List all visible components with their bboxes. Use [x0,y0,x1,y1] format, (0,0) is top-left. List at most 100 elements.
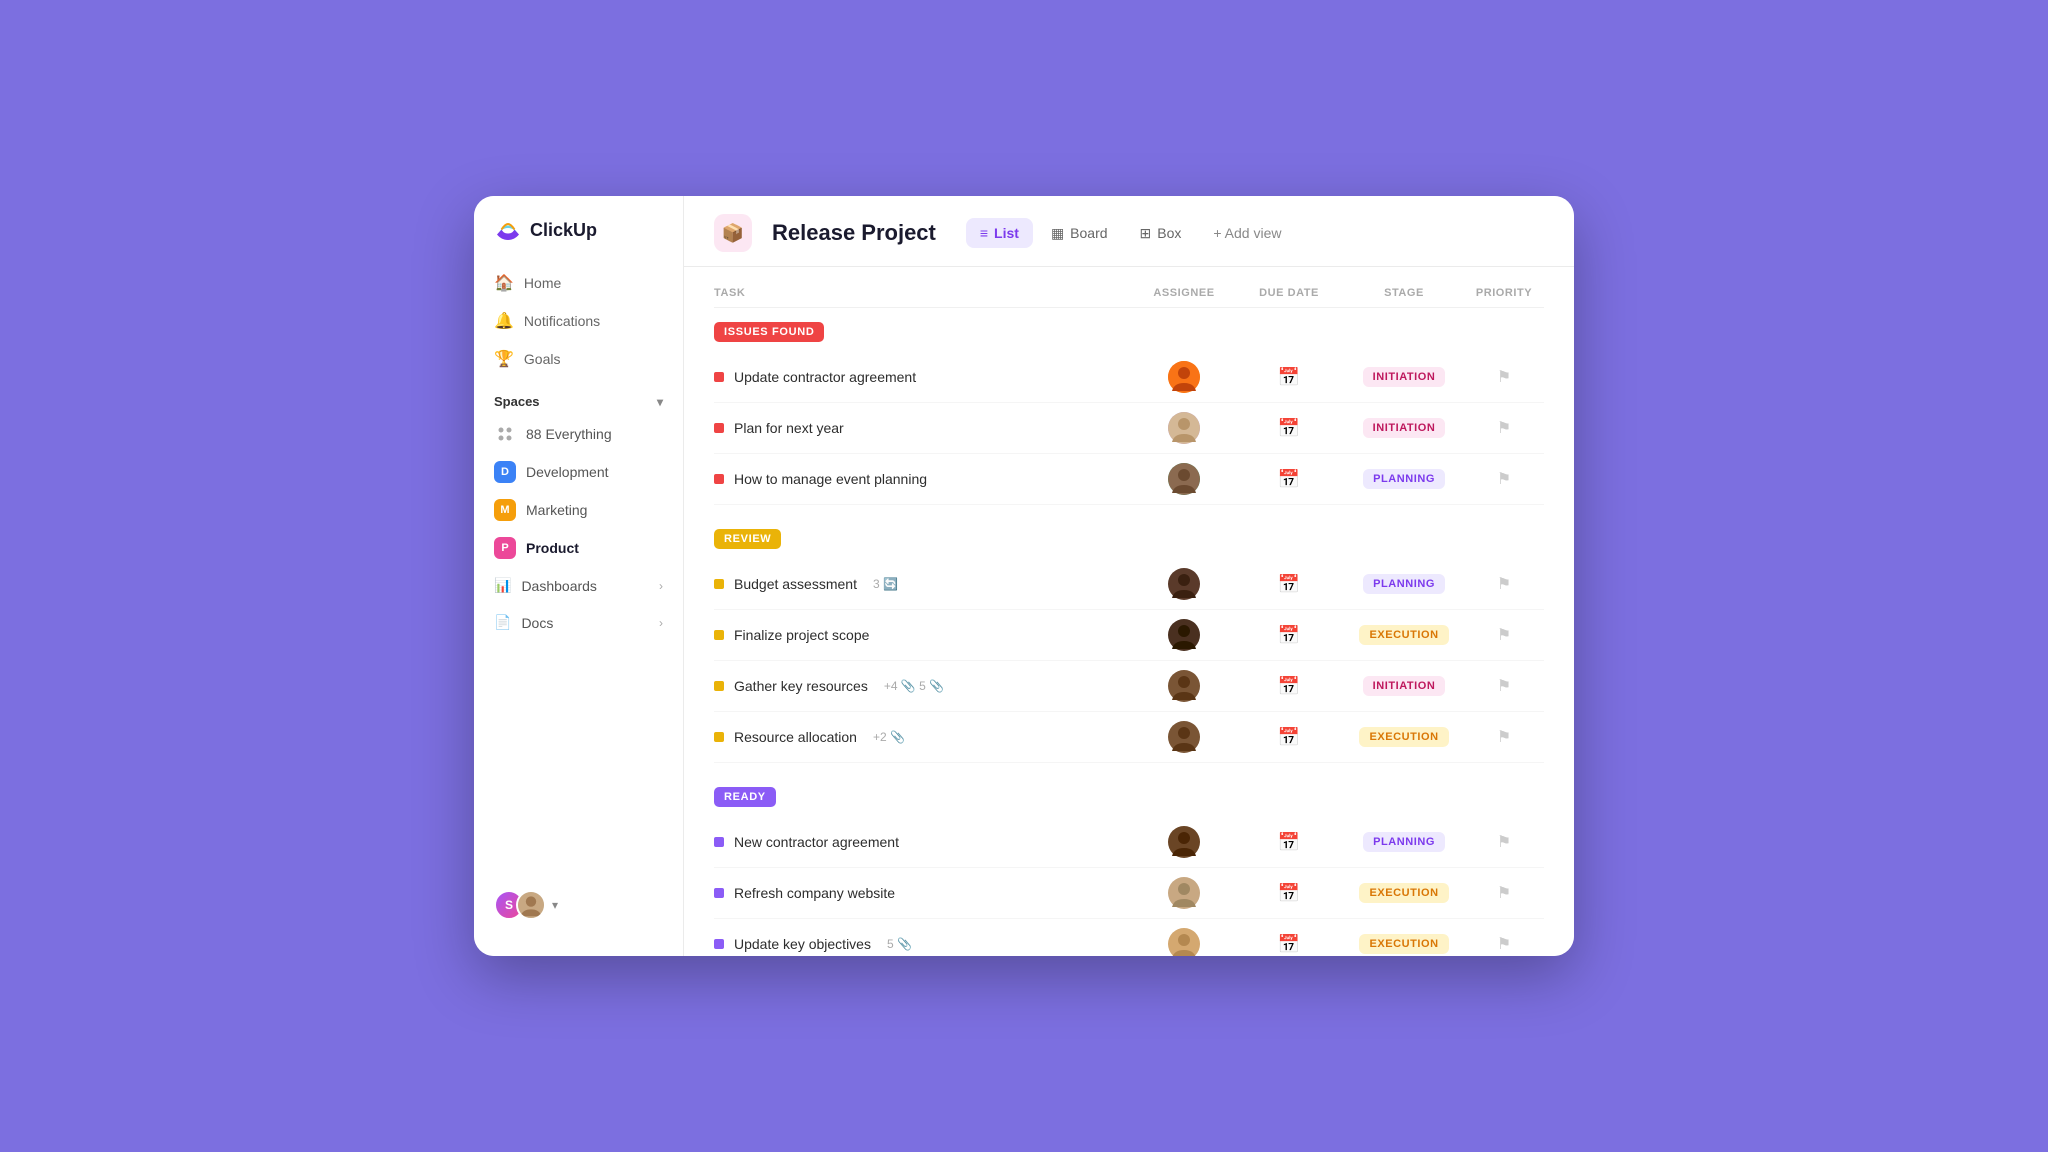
assignee-avatar [1168,463,1200,495]
flag-icon: ⚑ [1497,934,1511,954]
dashboards-icon: 📊 [494,577,511,594]
tab-board[interactable]: ▦ Board [1037,218,1122,249]
group-ready: READY New contractor agreement 📅 [714,787,1544,956]
task-dot [714,579,724,589]
group-badge-issues: ISSUES FOUND [714,322,824,342]
sidebar-item-dashboards[interactable]: 📊 Dashboards › [474,567,683,604]
sidebar-item-everything[interactable]: 88 Everything [474,415,683,453]
task-row[interactable]: Update key objectives 5 📎 📅 EXECUTION [714,919,1544,956]
task-name: Finalize project scope [714,627,1134,643]
task-row[interactable]: Resource allocation +2 📎 📅 EXECUTION [714,712,1544,763]
add-view-button[interactable]: + Add view [1199,218,1295,248]
task-name: New contractor agreement [714,834,1134,850]
task-row[interactable]: How to manage event planning 📅 PLANNING [714,454,1544,505]
assignee-cell [1134,670,1234,702]
assignee-avatar [1168,877,1200,909]
main-content: 📦 Release Project ≡ List ▦ Board ⊞ Box +… [684,196,1574,956]
sidebar-footer[interactable]: S ▾ [474,874,683,936]
assignee-cell [1134,412,1234,444]
task-dot [714,423,724,433]
flag-icon: ⚑ [1497,469,1511,489]
priority-cell: ⚑ [1464,727,1544,747]
calendar-icon: 📅 [1278,832,1300,853]
bell-icon: 🔔 [494,311,514,331]
project-title: Release Project [772,220,936,246]
task-row[interactable]: New contractor agreement 📅 PLANNING [714,817,1544,868]
task-name: Gather key resources +4 📎 5 📎 [714,678,1134,694]
task-row[interactable]: Gather key resources +4 📎 5 📎 📅 INITIATI… [714,661,1544,712]
priority-cell: ⚑ [1464,883,1544,903]
sidebar-item-goals[interactable]: 🏆 Goals [474,340,683,378]
tab-box[interactable]: ⊞ Box [1126,218,1196,249]
task-extras: 5 📎 [887,937,912,951]
calendar-icon: 📅 [1278,676,1300,697]
user-dropdown-arrow[interactable]: ▾ [552,898,558,912]
assignee-cell [1134,361,1234,393]
spaces-chevron[interactable]: ▾ [657,395,663,409]
sidebar-item-home[interactable]: 🏠 Home [474,264,683,302]
task-name: Refresh company website [714,885,1134,901]
task-row[interactable]: Refresh company website 📅 EXECUTION [714,868,1544,919]
calendar-icon: 📅 [1278,625,1300,646]
task-name: Update contractor agreement [714,369,1134,385]
docs-chevron-right: › [659,616,663,630]
assignee-avatar [1168,361,1200,393]
sidebar-item-product[interactable]: P Product [474,529,683,567]
calendar-icon: 📅 [1278,418,1300,439]
flag-icon: ⚑ [1497,832,1511,852]
task-name: Plan for next year [714,420,1134,436]
task-extras: +4 📎 5 📎 [884,679,944,693]
group-issues-found: ISSUES FOUND Update contractor agreement… [714,322,1544,505]
assignee-avatar [1168,412,1200,444]
sidebar-item-docs[interactable]: 📄 Docs › [474,604,683,641]
assignee-avatar [1168,928,1200,956]
assignee-cell [1134,721,1234,753]
due-date-cell: 📅 [1234,469,1344,490]
due-date-cell: 📅 [1234,883,1344,904]
flag-icon: ⚑ [1497,574,1511,594]
flag-icon: ⚑ [1497,418,1511,438]
spaces-section: Spaces ▾ [474,378,683,415]
app-container: ClickUp 🏠 Home 🔔 Notifications 🏆 Goals S… [474,196,1574,956]
flag-icon: ⚑ [1497,883,1511,903]
priority-cell: ⚑ [1464,367,1544,387]
stage-cell: EXECUTION [1344,934,1464,954]
calendar-icon: 📅 [1278,574,1300,595]
stage-badge: EXECUTION [1359,625,1448,645]
stage-cell: PLANNING [1344,469,1464,489]
due-date-cell: 📅 [1234,418,1344,439]
tab-list[interactable]: ≡ List [966,218,1033,248]
sidebar-item-notifications[interactable]: 🔔 Notifications [474,302,683,340]
stage-cell: PLANNING [1344,832,1464,852]
user-avatar-2 [516,890,546,920]
assignee-cell [1134,928,1234,956]
logo-text: ClickUp [530,220,597,241]
stage-badge: PLANNING [1363,574,1445,594]
assignee-avatar [1168,670,1200,702]
task-row[interactable]: Budget assessment 3 🔄 📅 PLANNING [714,559,1544,610]
assignee-avatar [1168,826,1200,858]
stage-cell: EXECUTION [1344,625,1464,645]
sidebar-item-marketing[interactable]: M Marketing [474,491,683,529]
project-icon: 📦 [714,214,752,252]
task-dot [714,372,724,382]
flag-icon: ⚑ [1497,367,1511,387]
stage-badge: PLANNING [1363,469,1445,489]
task-name: Budget assessment 3 🔄 [714,576,1134,592]
stage-badge: EXECUTION [1359,934,1448,954]
task-name: Update key objectives 5 📎 [714,936,1134,952]
task-name: Resource allocation +2 📎 [714,729,1134,745]
task-row[interactable]: Plan for next year 📅 INITIATION ⚑ [714,403,1544,454]
assignee-cell [1134,463,1234,495]
view-tabs: ≡ List ▦ Board ⊞ Box + Add view [966,218,1296,249]
task-name: How to manage event planning [714,471,1134,487]
priority-cell: ⚑ [1464,574,1544,594]
task-row[interactable]: Finalize project scope 📅 EXECUTION [714,610,1544,661]
task-row[interactable]: Update contractor agreement 📅 INITIATION [714,352,1544,403]
calendar-icon: 📅 [1278,934,1300,955]
sidebar-item-development[interactable]: D Development [474,453,683,491]
priority-cell: ⚑ [1464,676,1544,696]
calendar-icon: 📅 [1278,469,1300,490]
priority-cell: ⚑ [1464,418,1544,438]
calendar-icon: 📅 [1278,727,1300,748]
